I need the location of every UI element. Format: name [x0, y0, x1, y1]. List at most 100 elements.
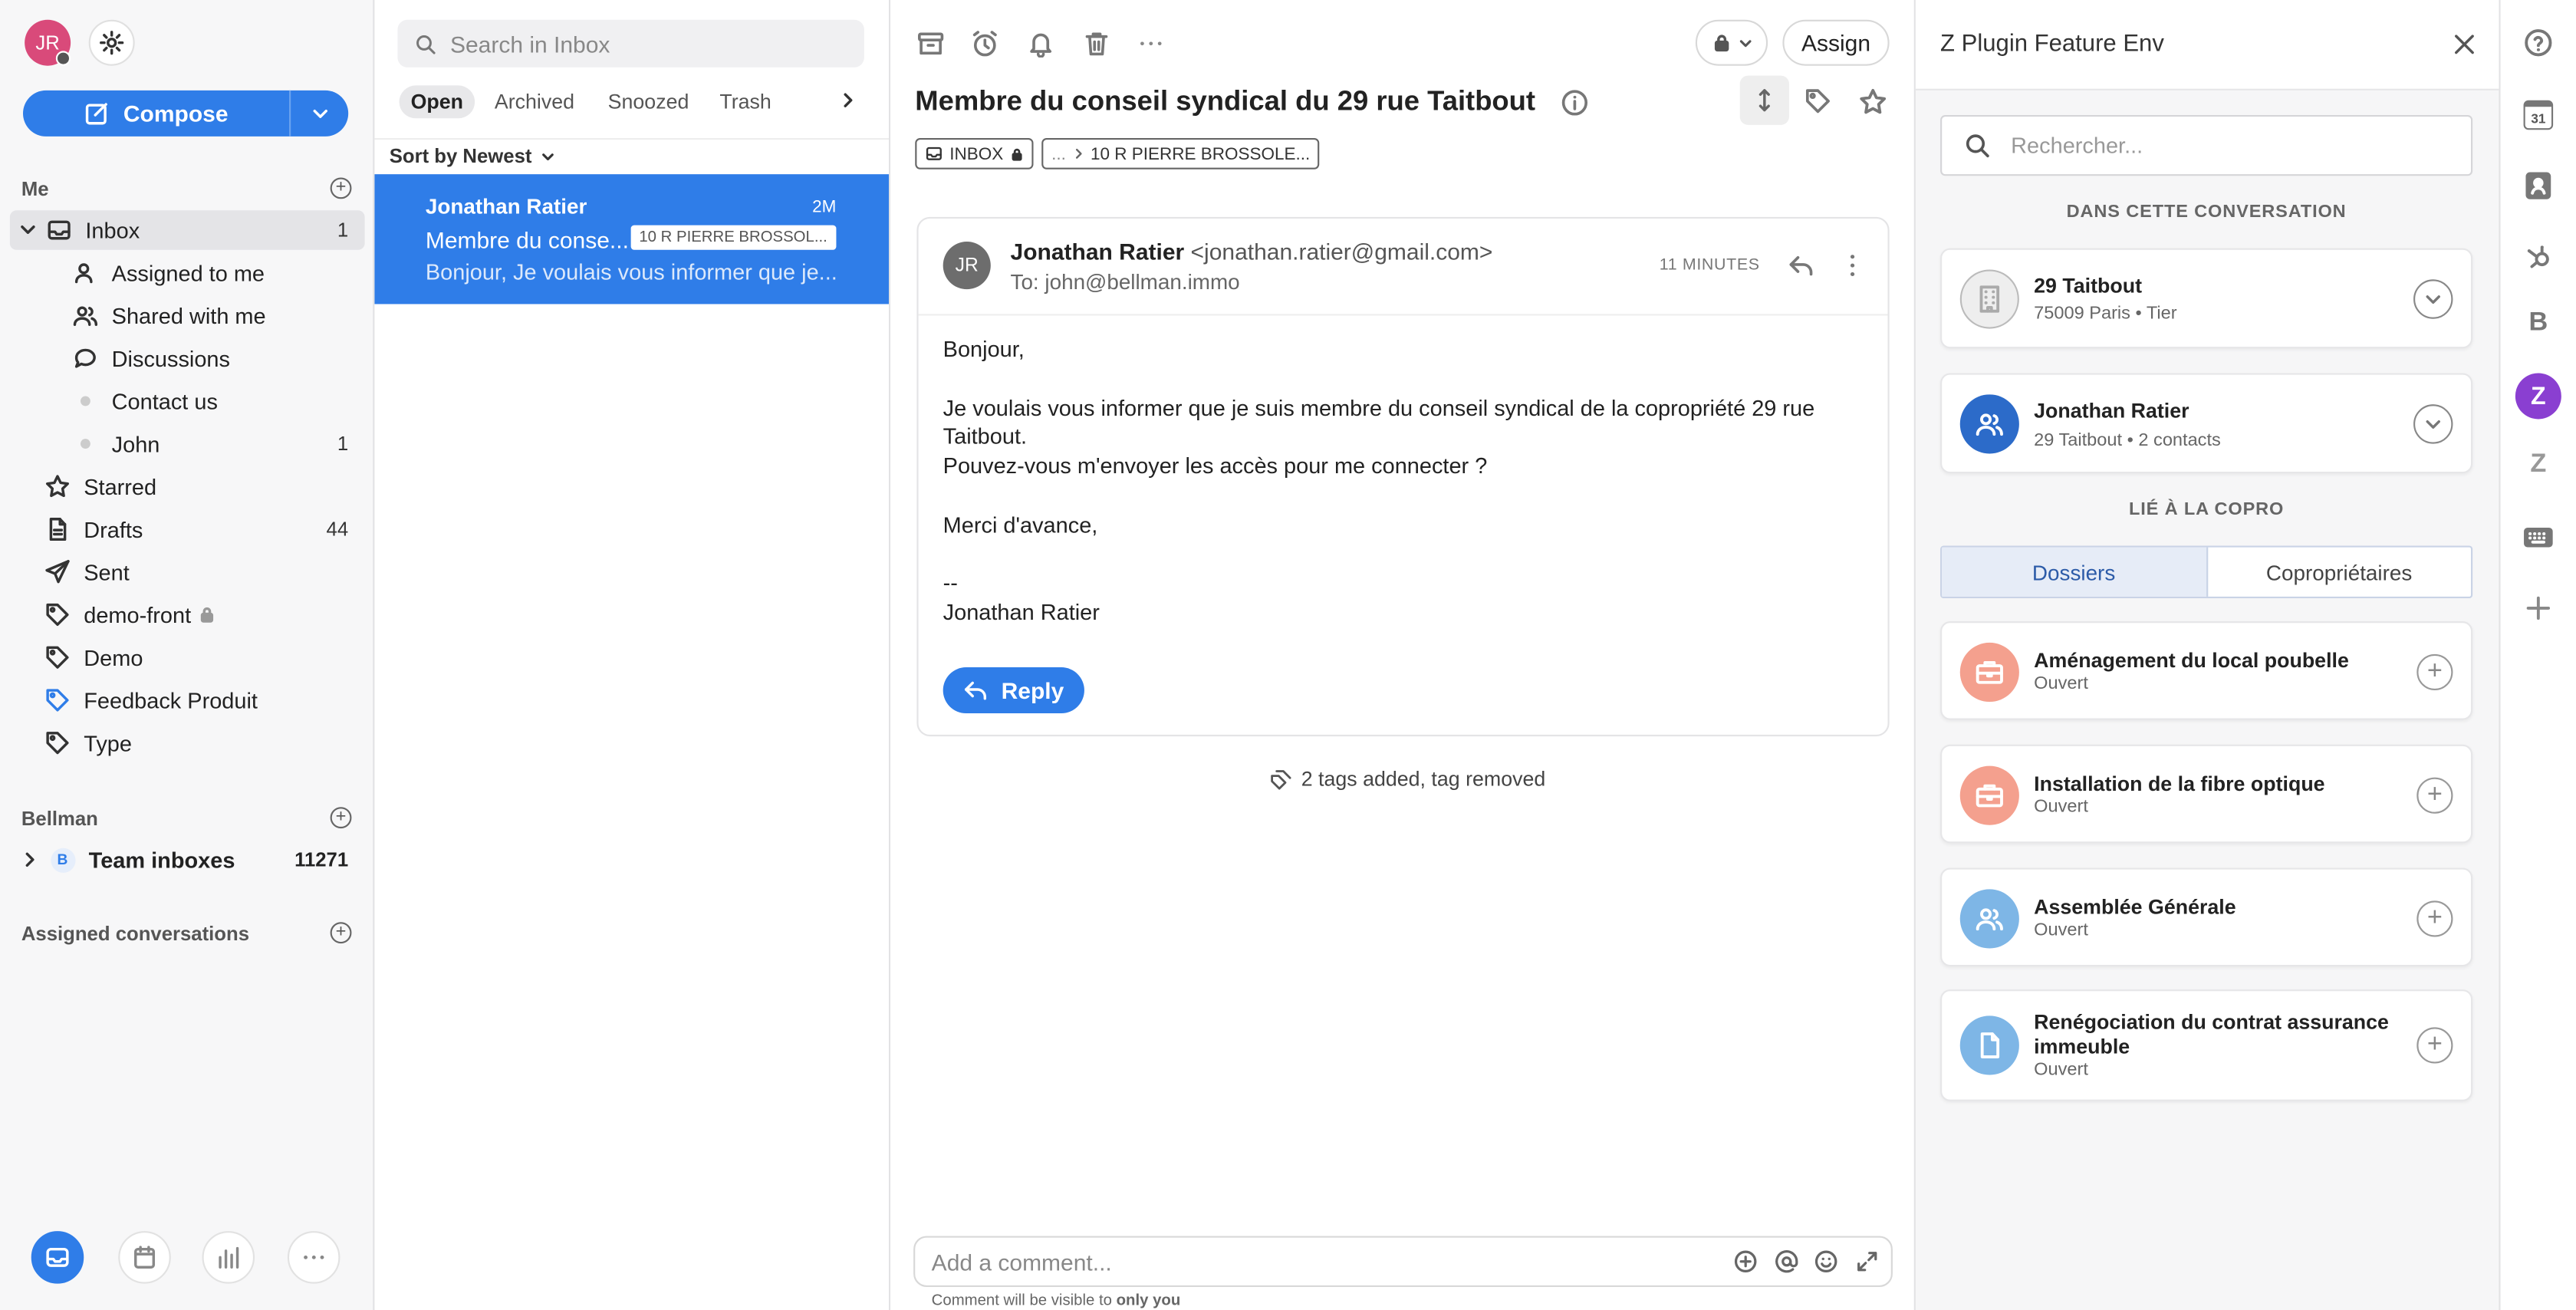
add-dossier-button[interactable]: + [2416, 1027, 2453, 1064]
reply-icon[interactable] [1788, 252, 1815, 279]
tab-dossiers[interactable]: Dossiers [1942, 547, 2208, 597]
tab-archived[interactable]: Archived [483, 85, 586, 118]
tag-icon [46, 646, 69, 669]
inbox-nav-button[interactable] [31, 1231, 84, 1284]
add-assigned-icon[interactable]: + [330, 922, 352, 944]
building-card[interactable]: 29 Taitbout 75009 Paris • Tier [1940, 248, 2473, 349]
sort-dropdown[interactable]: Sort by Newest [390, 145, 555, 168]
compose-button[interactable]: Compose [22, 90, 349, 137]
expand-icon[interactable] [1855, 1249, 1880, 1274]
vertical-arrows-icon [1758, 89, 1770, 112]
sidebar-item-sent[interactable]: Sent [10, 552, 365, 591]
chevron-right-icon[interactable] [838, 91, 858, 110]
ellipsis-icon[interactable] [1137, 30, 1164, 58]
bell-icon[interactable] [1027, 30, 1054, 58]
star-icon[interactable] [1858, 87, 1888, 117]
emoji-icon[interactable] [1814, 1249, 1838, 1274]
help-icon[interactable] [2524, 28, 2554, 58]
add-circle-icon[interactable] [1733, 1249, 1758, 1274]
hubspot-icon[interactable] [2524, 242, 2554, 272]
plus-icon[interactable] [2524, 594, 2554, 624]
expand-contact-button[interactable] [2413, 404, 2453, 444]
analytics-nav-button[interactable] [202, 1231, 255, 1284]
sender-avatar: JR [943, 242, 991, 290]
calendar-app-icon[interactable]: 31 [2523, 100, 2554, 130]
tag-icon[interactable] [1804, 87, 1831, 115]
mention-icon[interactable] [1775, 1249, 1799, 1274]
z-app-icon[interactable]: Z [2524, 450, 2554, 480]
dossier-card[interactable]: Aménagement du local poubelle Ouvert + [1940, 621, 2473, 720]
sidebar-item-discussions[interactable]: Discussions [10, 338, 365, 377]
sidebar-item-assigned-to-me[interactable]: Assigned to me [10, 253, 365, 292]
dossier-card[interactable]: Renégociation du contrat assurance immeu… [1940, 989, 2473, 1101]
add-me-icon[interactable]: + [330, 177, 352, 199]
conversation-item[interactable]: Jonathan Ratier 2M Membre du conse... 10… [374, 174, 889, 304]
sidebar-item-type[interactable]: Type [10, 723, 365, 762]
lock-icon [201, 607, 214, 623]
building-detail: 75009 Paris • Tier [2034, 304, 2177, 324]
sidebar-item-feedback-produit[interactable]: Feedback Produit [10, 680, 365, 719]
chevron-down-icon[interactable] [20, 222, 36, 238]
add-bellman-icon[interactable]: + [330, 807, 352, 829]
add-dossier-button[interactable]: + [2416, 777, 2453, 814]
dot-icon [80, 439, 90, 449]
reply-button[interactable]: Reply [943, 667, 1084, 714]
sidebar-item-drafts[interactable]: Drafts 44 [10, 509, 365, 548]
chevron-down-icon [2426, 295, 2440, 304]
sidebar-item-team-inboxes[interactable]: B Team inboxes 11271 [10, 840, 365, 879]
tab-snoozed[interactable]: Snoozed [597, 85, 701, 118]
inbox-search-input[interactable]: Search in Inbox [397, 19, 864, 67]
inbox-chip[interactable]: INBOX [915, 138, 1033, 170]
b-app-icon[interactable]: B [2524, 309, 2554, 339]
trash-icon[interactable] [1083, 30, 1110, 58]
tags-icon [1271, 769, 1291, 789]
sidebar-item-demo-front[interactable]: demo-front [10, 595, 365, 634]
compose-dropdown[interactable] [289, 90, 348, 137]
z-plugin-active-icon[interactable]: Z [2515, 373, 2561, 420]
chevron-right-icon [1075, 148, 1082, 159]
more-nav-button[interactable] [287, 1231, 341, 1284]
expand-building-button[interactable] [2413, 279, 2453, 319]
add-dossier-button[interactable]: + [2416, 653, 2453, 691]
keyboard-icon[interactable] [2524, 522, 2554, 552]
sidebar-item-inbox[interactable]: Inbox 1 [9, 210, 365, 250]
sidebar-item-shared-with-me[interactable]: Shared with me [10, 296, 365, 335]
conversation-sender: Jonathan Ratier [425, 193, 587, 219]
expand-toggle-button[interactable] [1739, 75, 1789, 125]
tab-open[interactable]: Open [399, 85, 475, 119]
dossier-title: Assemblée Générale [2034, 895, 2236, 919]
search-icon [416, 34, 436, 54]
chevron-right-icon[interactable] [21, 851, 38, 867]
dossier-card[interactable]: Installation de la fibre optique Ouvert … [1940, 744, 2473, 844]
settings-button[interactable] [88, 19, 135, 66]
lock-icon [1011, 147, 1022, 160]
section-assigned-conversations: Assigned conversations [21, 922, 250, 946]
dossier-card[interactable]: Assemblée Générale Ouvert + [1940, 867, 2473, 967]
calendar-nav-button[interactable] [118, 1231, 171, 1284]
sidebar-item-contact-us[interactable]: Contact us [10, 381, 365, 420]
tab-coproprietaires[interactable]: Copropriétaires [2207, 548, 2471, 597]
chevron-down-icon [312, 109, 327, 118]
close-icon[interactable] [2451, 31, 2477, 58]
contact-card-icon[interactable] [2524, 171, 2554, 201]
snooze-clock-icon[interactable] [971, 30, 998, 58]
assign-button[interactable]: Assign [1782, 19, 1890, 66]
status-dot [55, 51, 71, 66]
add-dossier-button[interactable]: + [2416, 900, 2453, 937]
star-icon [45, 475, 69, 498]
conversation-list: Search in Inbox Open Archived Snoozed Tr… [374, 0, 891, 1310]
tab-trash[interactable]: Trash [708, 85, 782, 118]
compose-main[interactable]: Compose [23, 100, 289, 127]
plugin-search-input[interactable]: Rechercher... [1940, 115, 2473, 176]
privacy-dropdown[interactable] [1695, 19, 1768, 66]
info-icon[interactable] [1561, 89, 1588, 117]
sidebar-item-starred[interactable]: Starred [10, 467, 365, 506]
sidebar-item-john[interactable]: John 1 [10, 424, 365, 463]
sidebar: JR Compose Me + Inbox 1 Assigned to me S… [0, 0, 375, 1310]
tag-path-chip[interactable]: ... 10 R PIERRE BROSSOLE... [1041, 138, 1321, 170]
dossier-title: Installation de la fibre optique [2034, 772, 2325, 796]
archive-icon[interactable] [916, 30, 944, 58]
kebab-menu-icon[interactable] [1838, 252, 1866, 279]
contact-card[interactable]: Jonathan Ratier 29 Taitbout • 2 contacts [1940, 373, 2473, 474]
sidebar-item-demo[interactable]: Demo [10, 637, 365, 676]
